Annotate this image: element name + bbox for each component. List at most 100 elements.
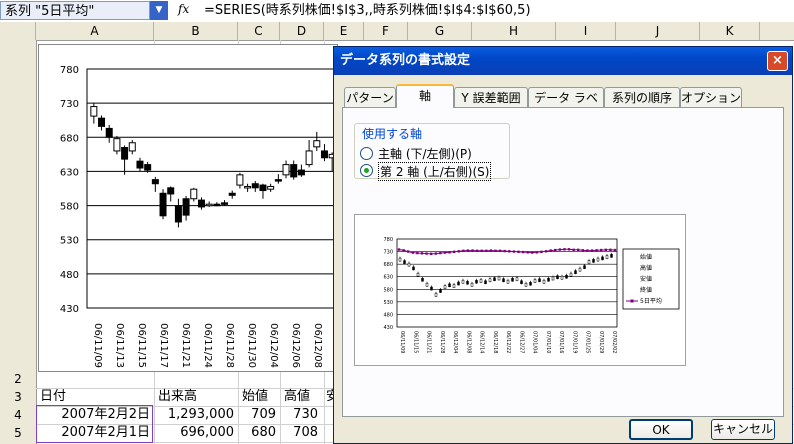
tab-axis[interactable]: 軸 (396, 84, 454, 108)
cancel-button[interactable]: キャンセル (711, 419, 775, 440)
candle-body (221, 202, 229, 205)
preview-avg-marker (452, 250, 456, 254)
preview-candle-body (479, 279, 483, 283)
row-header-2[interactable]: 2 (0, 370, 36, 388)
column-header-f[interactable]: F (364, 22, 408, 40)
preview-x-tick: 07/01/25 (585, 331, 591, 353)
preview-candle-body (533, 279, 537, 283)
preview-x-tick: 07/01/16 (558, 331, 564, 353)
preview-candle-body (574, 270, 577, 274)
preview-avg-marker (489, 249, 493, 252)
preview-avg-marker (600, 248, 603, 252)
cell-c5[interactable]: 680 (238, 424, 276, 442)
cell-a3[interactable]: 日付 (40, 388, 66, 406)
tab-patterns[interactable]: パターン (344, 87, 396, 107)
preview-avg-marker (526, 251, 529, 254)
preview-avg-marker (595, 249, 598, 252)
secondary-axis-radio[interactable] (360, 164, 373, 177)
preview-candle-body (475, 279, 478, 284)
column-header-d[interactable]: D (280, 22, 324, 40)
candle-body (121, 147, 129, 160)
candle-body (213, 203, 221, 207)
close-icon[interactable]: × (767, 51, 788, 71)
cell-b3[interactable]: 出来高 (158, 388, 197, 406)
cell-b5[interactable]: 696,000 (154, 424, 234, 442)
radio-selected-dot (364, 168, 369, 173)
preview-candle-body (601, 256, 604, 261)
candle-body (297, 169, 305, 176)
candle-body (182, 198, 190, 216)
preview-candle-body (502, 278, 505, 282)
preview-y-tick: 680 (383, 262, 393, 268)
preview-avg-marker (604, 248, 608, 252)
secondary-axis-label[interactable]: 第 2 軸 (上/右側)(S) (378, 162, 492, 181)
column-header-k[interactable]: K (700, 22, 760, 40)
tab-y-error-bars[interactable]: Y 誤差範囲 (454, 87, 528, 107)
preview-avg-marker (586, 249, 589, 252)
cell-d5[interactable]: 708 (280, 424, 318, 442)
preview-x-tick: 06/12/22 (505, 331, 511, 353)
preview-avg-marker (563, 248, 566, 251)
column-header-g[interactable]: G (408, 22, 472, 40)
cell-c4[interactable]: 709 (238, 406, 276, 424)
tab-data-labels[interactable]: データ ラベル (528, 87, 604, 125)
cell-d3[interactable]: 高値 (284, 388, 310, 406)
insert-function-icon[interactable]: fx (178, 2, 200, 20)
preview-y-tick: 530 (383, 300, 393, 306)
row-header-4[interactable]: 4 (0, 406, 36, 424)
column-header-i[interactable]: I (556, 22, 616, 40)
candle-body (174, 205, 182, 223)
tab-series-order[interactable]: 系列の順序 (604, 87, 680, 107)
primary-axis-radio[interactable] (360, 147, 373, 160)
preview-candle-body (587, 260, 591, 264)
column-header-a[interactable]: A (36, 22, 154, 40)
column-header-e[interactable]: E (324, 22, 364, 40)
preview-y-tick: 780 (383, 237, 393, 243)
candle-body (113, 138, 121, 152)
x-tick-label: 06/12/08 (312, 323, 323, 368)
cell-d4[interactable]: 730 (280, 406, 318, 424)
cell-c3[interactable]: 始値 (242, 388, 268, 406)
plot-area (86, 68, 338, 309)
cell-b4[interactable]: 1,293,000 (154, 406, 234, 424)
candle-body (313, 140, 321, 148)
name-box-dropdown-icon[interactable]: ▼ (150, 1, 168, 20)
select-all-corner[interactable] (0, 22, 36, 40)
chart-preview-svg: 780 730 680 630 580 530 480 430 06/11/09 06/11/15… (383, 237, 680, 353)
preview-candle-body (529, 281, 532, 286)
preview-candle-body (466, 280, 469, 285)
preview-avg-marker (498, 249, 502, 253)
preview-avg-marker (425, 252, 428, 255)
preview-x-tick: 07/01/04 (532, 331, 538, 353)
x-tick-label: 06/11/24 (202, 323, 213, 368)
row-header-3[interactable]: 3 (0, 388, 36, 406)
y-tick-label: 580 (60, 202, 79, 213)
candle-body (190, 188, 198, 200)
preview-avg-marker (535, 251, 539, 254)
preview-candle-body (538, 278, 541, 282)
candle-body (167, 187, 175, 195)
stock-chart[interactable]: 780 730 680 630 580 530 480 430 06/11/09 06/11/13… (38, 44, 345, 372)
candle-body (159, 192, 167, 217)
column-header-b[interactable]: B (154, 22, 238, 40)
tab-options[interactable]: オプション (680, 87, 742, 107)
column-header-h[interactable]: H (472, 22, 556, 40)
ok-button[interactable]: OK (629, 419, 693, 440)
name-box[interactable]: 系列 "5日平均" (0, 1, 150, 20)
column-header-j[interactable]: J (616, 22, 700, 40)
formula-input[interactable]: =SERIES(時系列株価!$I$3,,時系列株価!$I$4:$I$60,5) (204, 2, 790, 20)
preview-avg-marker (572, 248, 575, 252)
y-tick-label: 480 (60, 270, 79, 281)
preview-candle-body (506, 279, 510, 284)
format-data-series-dialog: データ系列の書式設定 × パターン 軸 Y 誤差範囲 データ ラベル 系列の順序… (333, 46, 793, 444)
preview-x-tick: 06/12/27 (518, 331, 524, 353)
primary-axis-label[interactable]: 主軸 (下/左側)(P) (378, 145, 472, 162)
preview-avg-marker (613, 248, 617, 252)
column-header-c[interactable]: C (238, 22, 280, 40)
preview-avg-marker (544, 250, 548, 253)
preview-x-tick: 06/12/14 (479, 331, 485, 353)
candle-body (128, 142, 136, 152)
row-header-5[interactable]: 5 (0, 424, 36, 442)
preview-avg-marker (554, 248, 557, 252)
preview-y-tick: 630 (383, 275, 393, 281)
